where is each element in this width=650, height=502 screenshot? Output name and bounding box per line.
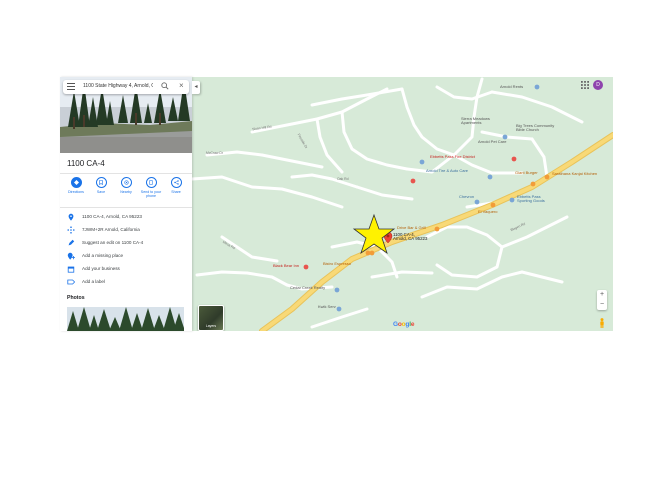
poi-giant-burger[interactable]: Giant Burger — [515, 170, 538, 175]
poi-ebbetts-fire[interactable]: Ebbetts Pass Fire District — [430, 154, 475, 159]
google-logo: Google — [393, 321, 415, 328]
poi-big-trees-church[interactable]: Big Trees Community Bible Church — [516, 123, 554, 133]
zoom-in-button[interactable]: + — [597, 290, 607, 300]
nearby-button[interactable]: Nearby — [114, 177, 138, 198]
directions-icon — [73, 180, 79, 185]
directions-button[interactable]: Directions — [64, 177, 88, 198]
plus-code-row[interactable]: 7JWM+2R Arnold, California — [67, 225, 187, 235]
poi-ebbetts-sporting[interactable]: Ebbetts Pass Sporting Goods — [517, 194, 545, 204]
place-photo[interactable] — [67, 307, 184, 331]
poi-sierra-meadows[interactable]: Sierra Meadows Apartments — [461, 116, 490, 126]
save-button[interactable]: Save — [89, 177, 113, 198]
divider — [60, 173, 192, 174]
suggest-edit-row[interactable]: Suggest an edit on 1100 CA-4 — [67, 238, 187, 248]
pin-label: 1100 CA-4, Arnold, CA 95223 — [393, 232, 428, 242]
nearby-icon — [123, 180, 129, 185]
pencil-icon — [68, 239, 75, 246]
storefront-icon — [67, 266, 75, 273]
address-row[interactable]: 1100 CA-4, Arnold, CA 95223 — [67, 212, 187, 222]
share-icon — [173, 180, 179, 185]
plus-code-icon — [67, 226, 75, 234]
map-roads — [192, 77, 613, 331]
street-label: Oak Rd — [337, 177, 349, 181]
place-title: 1100 CA-4 — [67, 159, 105, 168]
phone-icon — [149, 180, 153, 185]
add-business-row[interactable]: Add your business — [67, 264, 187, 274]
add-label-row[interactable]: Add a label — [67, 277, 187, 287]
zoom-controls: + − — [597, 290, 607, 310]
place-panel: 1100 State Highway 4, Arnold, CA × 1100 … — [60, 77, 192, 331]
plus-code-text: 7JWM+2R Arnold, California — [82, 227, 140, 232]
zoom-out-button[interactable]: − — [597, 300, 607, 310]
poi-chevron[interactable]: Chevron — [459, 194, 474, 199]
location-pin-icon — [68, 213, 74, 221]
bookmark-icon — [99, 180, 103, 185]
address-text: 1100 CA-4, Arnold, CA 95223 — [82, 214, 142, 219]
add-missing-place-row[interactable]: Add a missing place — [67, 251, 187, 261]
poi-black-bear-inn[interactable]: Black Bear Inn — [273, 263, 299, 268]
add-label-text: Add a label — [82, 279, 105, 284]
poi-sarathana[interactable]: Sarathana Kanjai Kitchen — [552, 171, 597, 176]
collapse-panel-button[interactable]: ◂ — [192, 81, 200, 94]
poi-bistro[interactable]: Bistro Espresso — [323, 261, 351, 266]
place-actions: Directions Save Nearby Send to your phon… — [64, 177, 188, 198]
add-missing-place-text: Add a missing place — [82, 253, 124, 258]
suggest-edit-text: Suggest an edit on 1100 CA-4 — [82, 240, 144, 245]
add-place-icon — [67, 252, 75, 260]
poi-el-vaquero[interactable]: El Vaquero — [478, 209, 498, 214]
maps-app: 1100 State Highway 4, Arnold, CA × 1100 … — [60, 77, 613, 331]
share-button[interactable]: Share — [164, 177, 188, 198]
send-to-phone-button[interactable]: Send to your phone — [139, 177, 163, 198]
poi-cedar-creek[interactable]: Cedar Creek Realty — [290, 285, 325, 290]
layers-label: Layers — [205, 324, 217, 328]
poi-arnold-rents[interactable]: Arnold Rents — [500, 84, 523, 89]
apps-grid-icon[interactable] — [581, 81, 589, 89]
poi-kwik-serv[interactable]: Kwik Serv — [318, 304, 336, 309]
poi-arnold-tire[interactable]: Arnold Tire & Auto Care — [426, 168, 468, 173]
street-label: McCraw Dr — [206, 151, 223, 155]
photos-heading: Photos — [67, 295, 85, 301]
close-icon[interactable]: × — [179, 82, 184, 90]
search-icon[interactable] — [161, 82, 169, 90]
search-box[interactable]: 1100 State Highway 4, Arnold, CA × — [63, 80, 189, 94]
add-business-text: Add your business — [82, 266, 120, 271]
layers-button[interactable]: Layers — [198, 305, 224, 331]
poi-cafe[interactable]: Drive Bar & Grill — [397, 225, 426, 230]
poi-arnold-pet-care[interactable]: Arnold Pet Care — [478, 139, 506, 144]
label-icon — [67, 279, 75, 285]
menu-icon[interactable] — [67, 83, 75, 92]
divider — [60, 207, 192, 208]
search-input[interactable]: 1100 State Highway 4, Arnold, CA — [83, 83, 153, 89]
map-canvas[interactable]: Arnold Rents Sierra Meadows Apartments B… — [192, 77, 613, 331]
pegman-icon[interactable] — [599, 318, 605, 328]
account-avatar[interactable]: D — [593, 80, 603, 90]
